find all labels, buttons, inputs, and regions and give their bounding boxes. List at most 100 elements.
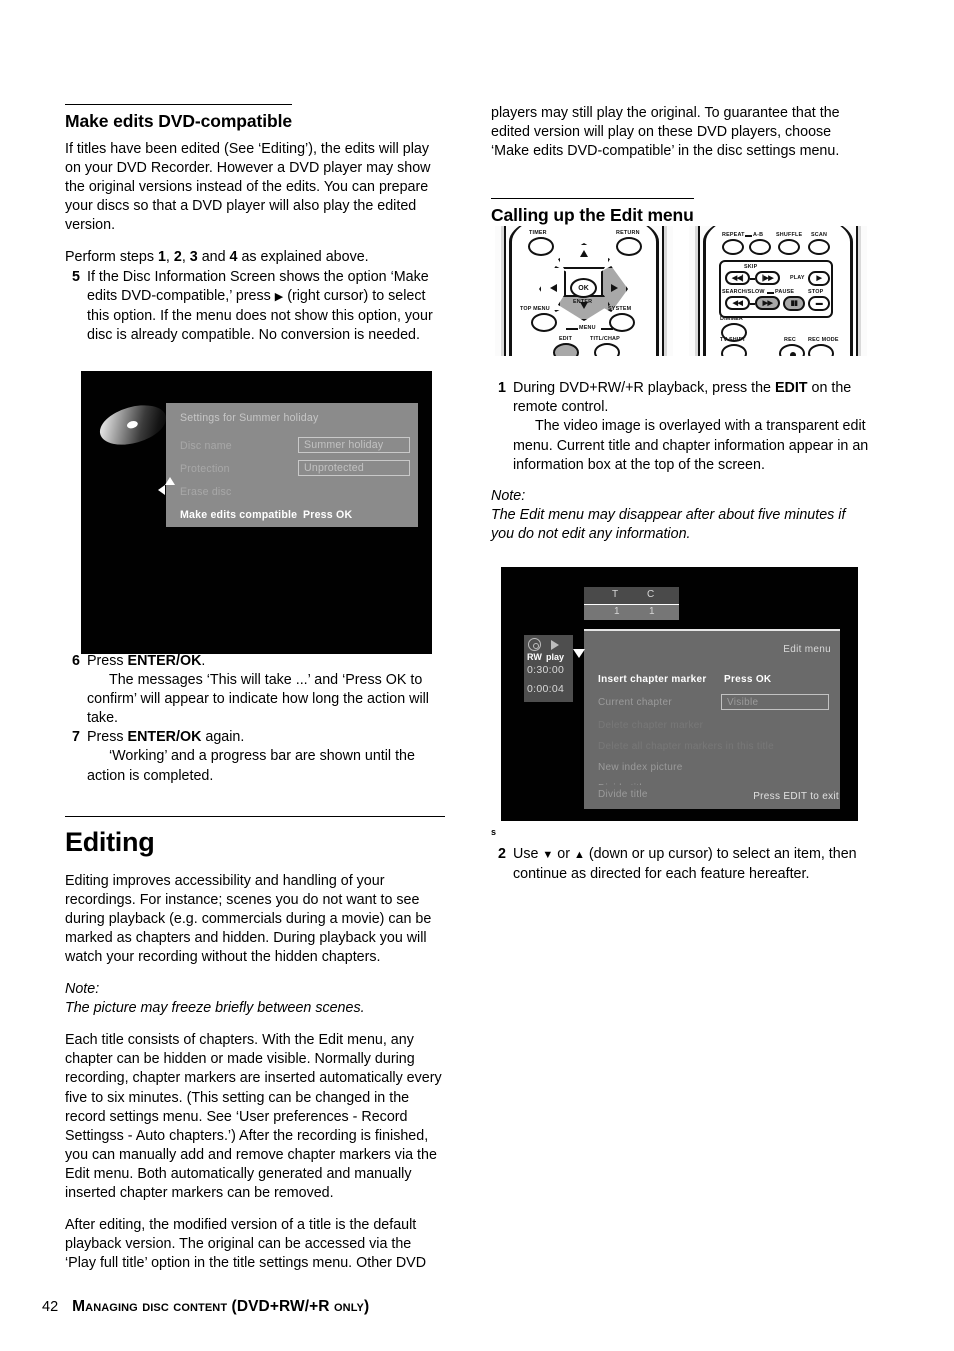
ok-button[interactable]: OK bbox=[570, 278, 597, 298]
perform-steps-suffix: as explained above. bbox=[237, 249, 369, 266]
search-slow-forward-button[interactable]: ▶▶ bbox=[755, 296, 780, 310]
edit-menu-item-insert-chapter-marker[interactable]: Insert chapter marker bbox=[598, 674, 707, 685]
total-time-label: 0:30:00 bbox=[527, 664, 565, 676]
step-1-number: 1 bbox=[498, 380, 506, 397]
up-cursor-glyph-icon: ▲ bbox=[573, 849, 585, 861]
timer-button-label: TIMER bbox=[529, 230, 547, 236]
elapsed-time-label: 0:00:04 bbox=[527, 683, 565, 695]
page-title-editing: Editing bbox=[65, 826, 155, 857]
step-5: 5 If the Disc Information Screen shows t… bbox=[65, 268, 445, 345]
timer-button[interactable] bbox=[528, 237, 554, 256]
edit-menu-footer-hint: Press EDIT to exit bbox=[753, 791, 839, 802]
ab-button[interactable] bbox=[749, 239, 771, 255]
step-2-text-a: Use bbox=[513, 846, 543, 862]
disc-settings-row-protection[interactable]: Protection bbox=[180, 463, 230, 475]
skip-forward-button[interactable]: |▶▶ bbox=[755, 271, 780, 285]
title-chapter-button[interactable] bbox=[594, 343, 620, 356]
step-2-right: 2 Use ▼ or ▲ (down or up cursor) to sele… bbox=[491, 845, 871, 884]
pause-button[interactable]: ▮▮ bbox=[783, 296, 805, 311]
down-cursor-glyph-icon: ▼ bbox=[542, 849, 554, 861]
left-arrow-icon bbox=[550, 284, 557, 292]
playback-status-panel: RW play 0:30:00 0:00:04 bbox=[524, 635, 573, 702]
rec-button-label: REC bbox=[784, 337, 796, 343]
repeat-button[interactable] bbox=[722, 239, 744, 255]
disc-settings-screenshot: Settings for Summer holiday Disc name Su… bbox=[81, 371, 432, 654]
step-sep-1: , bbox=[165, 249, 174, 266]
step-7-number: 7 bbox=[72, 729, 80, 746]
search-forward-icon: ▶▶ bbox=[762, 299, 773, 307]
return-button[interactable] bbox=[616, 237, 642, 256]
step-1-lead: During DVD+RW/+R playback, press the bbox=[513, 380, 775, 397]
disc-name-value[interactable]: Summer holiday bbox=[298, 437, 410, 453]
top-menu-button[interactable] bbox=[531, 313, 557, 332]
info-box-value-row bbox=[584, 605, 679, 620]
step-ref-2: 2 bbox=[173, 249, 182, 266]
step-2-text-b: or bbox=[553, 846, 574, 862]
dvd-disc-icon bbox=[95, 398, 171, 452]
menu-bracket-left bbox=[566, 328, 578, 330]
step-7-text: Press ENTER/OK again. ‘Working’ and a pro… bbox=[87, 728, 445, 785]
stop-button-label: STOP bbox=[808, 289, 824, 295]
search-back-icon: ◀◀ bbox=[732, 299, 743, 307]
tv-shift-button[interactable] bbox=[721, 344, 747, 356]
edit-menu-item-divide-title-text[interactable]: Divide title bbox=[598, 789, 648, 800]
info-value-chapter: 1 bbox=[649, 606, 656, 617]
system-button-label: SYSTEM bbox=[608, 306, 632, 312]
disc-settings-row-disc-name[interactable]: Disc name bbox=[180, 440, 232, 452]
play-icon: ▶ bbox=[816, 275, 822, 282]
repeat-button-label: REPEAT bbox=[722, 232, 745, 238]
edit-menu-panel: Edit menu Insert chapter marker Press OK… bbox=[584, 629, 840, 794]
shuffle-button[interactable] bbox=[778, 239, 800, 255]
editing-paragraph-3: After editing, the modified version of a… bbox=[65, 1217, 427, 1272]
note-label-left: Note: bbox=[65, 981, 100, 998]
continued-paragraph: players may still play the original. To … bbox=[491, 105, 840, 160]
search-slow-group-label: SEARCH/SLOW bbox=[722, 289, 765, 295]
up-arrow-icon bbox=[580, 250, 588, 257]
step-sep-3: and bbox=[197, 249, 230, 266]
step-1-right: 1 During DVD+RW/+R playback, press the E… bbox=[491, 379, 871, 474]
step-6-text: Press ENTER/OK. The messages ‘This will t… bbox=[87, 652, 445, 728]
rec-mode-button[interactable] bbox=[808, 344, 834, 356]
title-chapter-info-box: T C 1 1 bbox=[584, 587, 679, 620]
skip-back-icon: ◀◀| bbox=[731, 274, 744, 282]
disc-settings-row-erase-disc[interactable]: Erase disc bbox=[180, 486, 231, 498]
protection-value[interactable]: Unprotected bbox=[298, 460, 410, 476]
editing-paragraph-1: Editing improves accessibility and handl… bbox=[65, 872, 432, 965]
right-arrow-icon bbox=[611, 284, 618, 292]
step-5-number: 5 bbox=[72, 268, 80, 285]
search-slow-back-button[interactable]: ◀◀ bbox=[725, 296, 750, 310]
rec-button[interactable] bbox=[779, 344, 805, 356]
playback-mode-label: play bbox=[546, 652, 565, 662]
return-button-label: RETURN bbox=[616, 230, 640, 236]
step-6-body: The messages ‘This will take ...’ and ‘P… bbox=[87, 672, 429, 727]
make-edits-paragraph-1: If titles have been edited (See ‘Editing… bbox=[65, 141, 431, 234]
step-6-number: 6 bbox=[72, 652, 80, 669]
current-chapter-value[interactable]: Visible bbox=[721, 694, 829, 710]
step-ref-3: 3 bbox=[189, 249, 198, 266]
footer-row: 42 Managing disc content (DVD+RW/+R only… bbox=[42, 1298, 912, 1316]
enter-label: ENTER bbox=[573, 299, 593, 305]
step-5-text: If the Disc Information Screen shows the… bbox=[87, 268, 445, 345]
edit-button[interactable] bbox=[553, 343, 579, 356]
up-arrow-indicator-icon bbox=[165, 477, 175, 485]
insert-chapter-marker-value[interactable]: Press OK bbox=[724, 674, 771, 685]
disc-settings-row-make-edits-compatible[interactable]: Make edits compatible bbox=[180, 509, 297, 521]
edit-menu-item-new-index-picture[interactable]: New index picture bbox=[598, 762, 683, 773]
play-button[interactable]: ▶ bbox=[808, 271, 830, 286]
remote-2-left-edge bbox=[695, 226, 700, 356]
disc-settings-panel: Settings for Summer holiday Disc name Su… bbox=[166, 403, 418, 527]
section-heading-make-edits: Make edits DVD-compatible bbox=[65, 104, 292, 132]
document-page: Make edits DVD-compatible If titles have… bbox=[0, 0, 954, 1351]
scan-button[interactable] bbox=[808, 239, 830, 255]
stray-character: s bbox=[491, 827, 497, 837]
step-2-wrap: 2 Use ▼ or ▲ (down or up cursor) to sele… bbox=[491, 845, 871, 884]
step-1-text: During DVD+RW/+R playback, press the EDI… bbox=[513, 379, 871, 474]
rec-dot-icon bbox=[790, 352, 796, 356]
remote-control-illustrations: TIMER RETURN OK ENTER TOP MENU SYSTEM ME… bbox=[495, 226, 867, 356]
make-edits-compatible-value[interactable]: Press OK bbox=[303, 509, 352, 521]
edit-menu-item-delete-all-chapter-markers: Delete all chapter markers in this title bbox=[598, 741, 774, 752]
remote-control-1: TIMER RETURN OK ENTER TOP MENU SYSTEM ME… bbox=[495, 226, 673, 356]
stop-button[interactable]: ▬ bbox=[808, 296, 830, 311]
skip-back-button[interactable]: ◀◀| bbox=[725, 271, 750, 285]
edit-menu-item-current-chapter[interactable]: Current chapter bbox=[598, 697, 672, 708]
